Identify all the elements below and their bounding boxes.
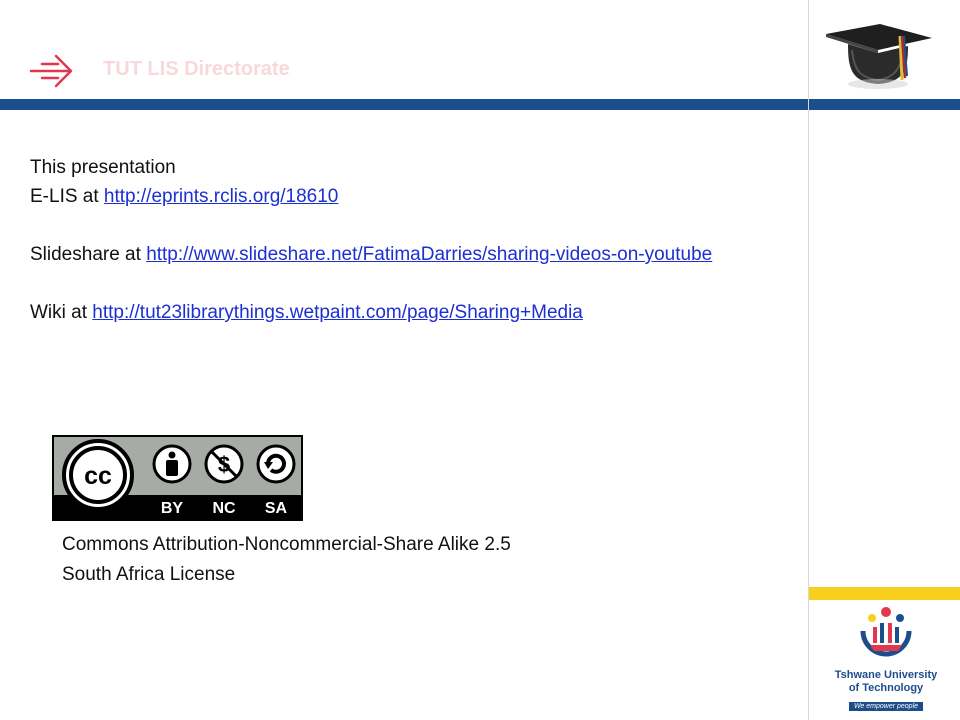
eprints-prefix: E-LIS at [30,186,104,207]
content-block: This presentation E-LIS at http://eprint… [30,153,800,327]
badge-label-by: BY [161,500,184,517]
noncommercial-icon: $ [204,444,244,484]
header-bar [0,99,808,110]
badge-label-nc: NC [212,500,236,517]
tut-emblem-icon [860,607,912,657]
intro-text: This presentation [30,157,176,178]
tut-tagline: We empower people [848,702,924,711]
svg-text:cc: cc [84,462,112,490]
license-text: Commons Attribution-Noncommercial-Share … [62,530,511,590]
header-title: TUT LIS Directorate [103,58,290,80]
right-panel-yellow-bar [809,587,960,600]
graduation-cap-icon [826,24,932,89]
tut-logo: Tshwane University of Technology We empo… [830,605,942,715]
wiki-line: Wiki at http://tut23librarythings.wetpai… [30,298,800,327]
tut-name: Tshwane University of Technology [830,669,942,695]
creative-commons-icon: cc [62,439,134,511]
right-panel-blue-bar [809,99,960,110]
creative-commons-badge: cc $ BY NC SA [52,435,303,521]
attribution-icon [152,444,192,484]
slideshare-prefix: Slideshare at [30,244,147,265]
arrow-right-icon [29,54,73,88]
license-line-1: Commons Attribution-Noncommercial-Share … [62,534,511,555]
license-line-2: South Africa License [62,564,236,585]
wiki-prefix: Wiki at [30,302,93,323]
slideshare-line: Slideshare at http://www.slideshare.net/… [30,240,800,269]
badge-label-sa: SA [265,500,288,517]
share-alike-icon [256,444,296,484]
wiki-link[interactable]: http://tut23librarythings.wetpaint.com/p… [92,302,583,323]
slideshare-link[interactable]: http://www.slideshare.net/FatimaDarries/… [146,244,712,265]
tut-name-line-2: of Technology [848,682,924,694]
eprints-link[interactable]: http://eprints.rclis.org/18610 [104,186,338,207]
eprints-line: E-LIS at http://eprints.rclis.org/18610 [30,182,800,211]
tut-name-line-1: Tshwane University [834,669,938,681]
